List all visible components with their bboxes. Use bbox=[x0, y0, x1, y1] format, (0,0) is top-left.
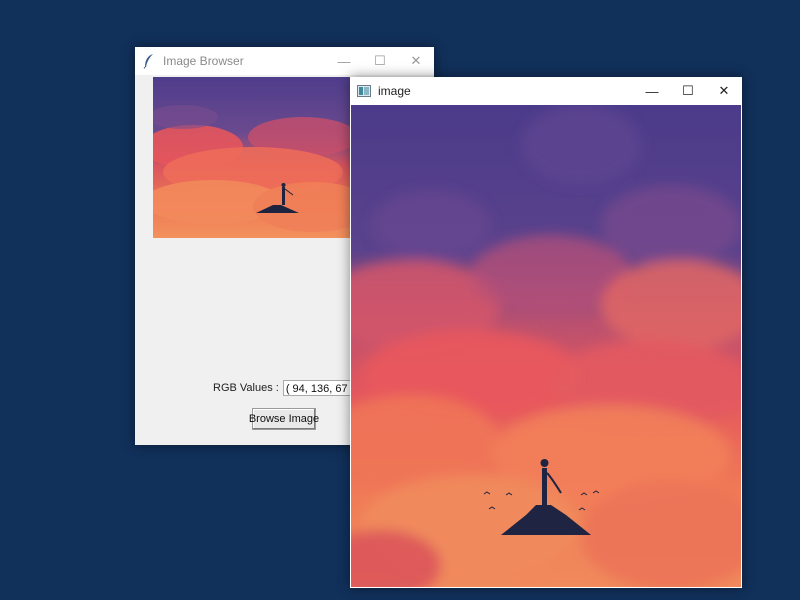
maximize-button[interactable]: ☐ bbox=[362, 47, 398, 75]
image-window-titlebar[interactable]: image — ☐ ✕ bbox=[350, 77, 742, 105]
browse-image-button[interactable]: Browse Image bbox=[249, 408, 319, 430]
image-thumbnail bbox=[153, 77, 350, 238]
image-window: image — ☐ ✕ bbox=[350, 77, 742, 588]
close-button[interactable]: ✕ bbox=[706, 77, 742, 105]
minimize-button[interactable]: — bbox=[634, 77, 670, 105]
window-title: image bbox=[378, 84, 411, 98]
image-view bbox=[351, 105, 741, 587]
window-title: Image Browser bbox=[163, 54, 244, 68]
rgb-values-label: RGB Values : bbox=[213, 382, 279, 394]
maximize-button[interactable]: ☐ bbox=[670, 77, 706, 105]
close-button[interactable]: ✕ bbox=[398, 47, 434, 75]
image-browser-titlebar[interactable]: Image Browser — ☐ ✕ bbox=[135, 47, 434, 75]
minimize-button[interactable]: — bbox=[326, 47, 362, 75]
feather-icon bbox=[141, 53, 157, 69]
image-app-icon bbox=[356, 83, 372, 99]
